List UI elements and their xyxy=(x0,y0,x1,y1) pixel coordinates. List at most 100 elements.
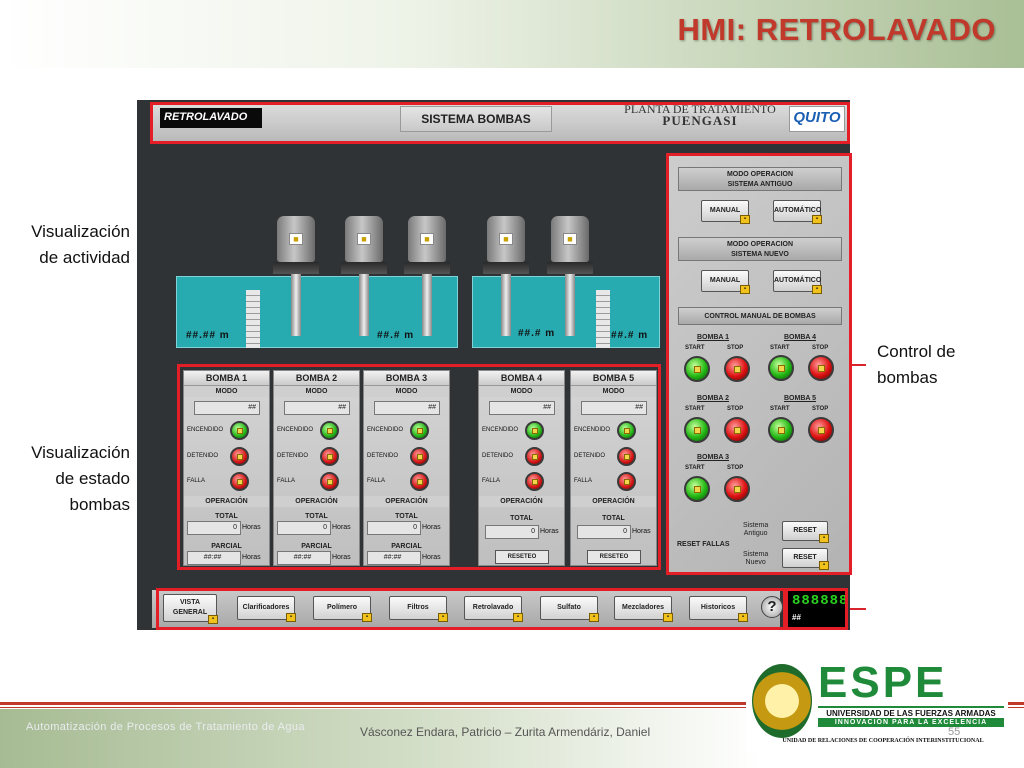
pump-1-shaft xyxy=(291,274,301,336)
slide-title: HMI: RETROLAVADO xyxy=(677,12,996,47)
espe-university-name: UNIVERSIDAD DE LAS FUERZAS ARMADAS xyxy=(818,706,1004,718)
key-icon: ▪ xyxy=(286,613,296,622)
pump-4-start-button[interactable] xyxy=(768,355,794,381)
tank-1-level: ##.## m xyxy=(186,330,230,341)
key-icon: ▪ xyxy=(208,615,218,624)
nav-mezcladores-button[interactable]: Mezcladores ▪ xyxy=(614,596,673,622)
mode-field: ## xyxy=(489,401,555,415)
new-system-label: Sistema Nuevo xyxy=(743,551,769,566)
total-hours: 0 xyxy=(485,525,539,539)
motor-4-base xyxy=(483,262,529,274)
reset-new-button[interactable]: RESET ▪ xyxy=(782,548,829,570)
key-icon: ▪ xyxy=(362,613,372,622)
old-auto-button[interactable]: AUTOMÁTICO ▪ xyxy=(773,200,822,224)
mode-field: ## xyxy=(284,401,350,415)
reset-hours-button[interactable]: RESETEO xyxy=(495,550,549,564)
pump-card-4: BOMBA 4 MODO ## ENCENDIDO DETENIDO FALLA… xyxy=(478,370,565,566)
lock-icon: ■ xyxy=(499,233,513,245)
partial-hours: ##:## xyxy=(277,551,331,565)
motor-3: ■ xyxy=(408,216,446,262)
nav-clarificadores-button[interactable]: Clarificadores ▪ xyxy=(237,596,296,622)
led-on xyxy=(320,421,339,440)
led-stopped xyxy=(525,447,544,466)
espe-motto: INNOVACIÓN PARA LA EXCELENCIA xyxy=(818,718,1004,727)
page-number: 55 xyxy=(948,726,961,738)
motor-5: ■ xyxy=(551,216,589,262)
nav-retrolavado-button[interactable]: Retrolavado ▪ xyxy=(464,596,523,622)
nav-overview-button[interactable]: VISTA GENERAL ▪ xyxy=(163,594,218,624)
pump-name: BOMBA 4 xyxy=(479,371,564,386)
led-stopped xyxy=(320,447,339,466)
label-pump-status: Visualización de estado bombas xyxy=(31,443,130,514)
highlight-display xyxy=(785,588,848,630)
lock-icon: ■ xyxy=(420,233,434,245)
motor-5-base xyxy=(547,262,593,274)
footer-course: Automatización de Procesos de Tratamient… xyxy=(26,721,305,733)
nav-sulfato-button[interactable]: Sulfato ▪ xyxy=(540,596,599,622)
highlight-header xyxy=(150,102,850,144)
motor-1: ■ xyxy=(277,216,315,262)
partial-hours: ##:## xyxy=(367,551,421,565)
led-stopped xyxy=(410,447,429,466)
help-icon[interactable]: ? xyxy=(761,596,783,618)
pump-4-stop-button[interactable] xyxy=(808,355,834,381)
mode-field: ## xyxy=(194,401,260,415)
mode-field: ## xyxy=(581,401,647,415)
callout-nav-right xyxy=(848,608,866,610)
pump-card-1: BOMBA 1 MODO ## ENCENDIDO DETENIDO FALLA… xyxy=(183,370,270,566)
pump-2-start-button[interactable] xyxy=(684,417,710,443)
tank-1-wall xyxy=(246,290,260,348)
led-on xyxy=(525,421,544,440)
pump-5-shaft xyxy=(565,274,575,336)
pump-card-5: BOMBA 5 MODO ## ENCENDIDO DETENIDO FALLA… xyxy=(570,370,657,566)
motor-2: ■ xyxy=(345,216,383,262)
pump-name: BOMBA 3 xyxy=(364,371,449,386)
total-hours: 0 xyxy=(367,521,421,535)
pump-5-stop-button[interactable] xyxy=(808,417,834,443)
led-fault xyxy=(320,472,339,491)
partial-hours: ##:## xyxy=(187,551,241,565)
pump-3-stop-button[interactable] xyxy=(724,476,750,502)
pump-3-shaft xyxy=(422,274,432,336)
key-icon: ▪ xyxy=(438,613,448,622)
tank-2-wall xyxy=(596,290,610,348)
nav-polimero-button[interactable]: Polímero ▪ xyxy=(313,596,372,622)
pump-3-start-button[interactable] xyxy=(684,476,710,502)
reset-hours-button[interactable]: RESETEO xyxy=(587,550,641,564)
key-icon: ▪ xyxy=(812,215,822,224)
label-activity: Visualización de actividad xyxy=(31,222,130,267)
pump-2-shaft xyxy=(359,274,369,336)
nav-filtros-button[interactable]: Filtros ▪ xyxy=(389,596,448,622)
pump-1-stop-button[interactable] xyxy=(724,356,750,382)
motor-1-base xyxy=(273,262,319,274)
footer-authors: Vásconez Endara, Patricio – Zurita Armen… xyxy=(360,725,651,739)
nav-historicos-button[interactable]: Historicos ▪ xyxy=(689,596,748,622)
lock-icon: ■ xyxy=(289,233,303,245)
label-pump-control: Control de bombas xyxy=(877,342,956,387)
key-icon: ▪ xyxy=(738,613,748,622)
old-manual-button[interactable]: MANUAL ▪ xyxy=(701,200,750,224)
tank-2-level: ##.# m xyxy=(518,328,556,339)
led-stopped xyxy=(230,447,249,466)
motor-3-base xyxy=(404,262,450,274)
key-icon: ▪ xyxy=(663,613,673,622)
tank-2-level-2: ##.# m xyxy=(611,330,649,341)
new-manual-button[interactable]: MANUAL ▪ xyxy=(701,270,750,294)
pump-card-2: BOMBA 2 MODO ## ENCENDIDO DETENIDO FALLA… xyxy=(273,370,360,566)
pump-2-stop-button[interactable] xyxy=(724,417,750,443)
pump-4-shaft xyxy=(501,274,511,336)
led-fault xyxy=(410,472,429,491)
pump-name: BOMBA 2 xyxy=(274,371,359,386)
reset-faults-label: RESET FALLAS xyxy=(677,541,730,548)
lock-icon: ■ xyxy=(563,233,577,245)
pump-5-start-button[interactable] xyxy=(768,417,794,443)
old-system-label: Sistema Antiguo xyxy=(743,522,769,537)
total-hours: 0 xyxy=(577,525,631,539)
total-hours: 0 xyxy=(187,521,241,535)
manual-control-title: CONTROL MANUAL DE BOMBAS xyxy=(678,307,842,325)
pump-1-start-button[interactable] xyxy=(684,356,710,382)
key-icon: ▪ xyxy=(740,285,750,294)
new-auto-button[interactable]: AUTOMÁTICO ▪ xyxy=(773,270,822,294)
old-mode-title: MODO OPERACION SISTEMA ANTIGUO xyxy=(678,167,842,191)
reset-old-button[interactable]: RESET ▪ xyxy=(782,521,829,543)
